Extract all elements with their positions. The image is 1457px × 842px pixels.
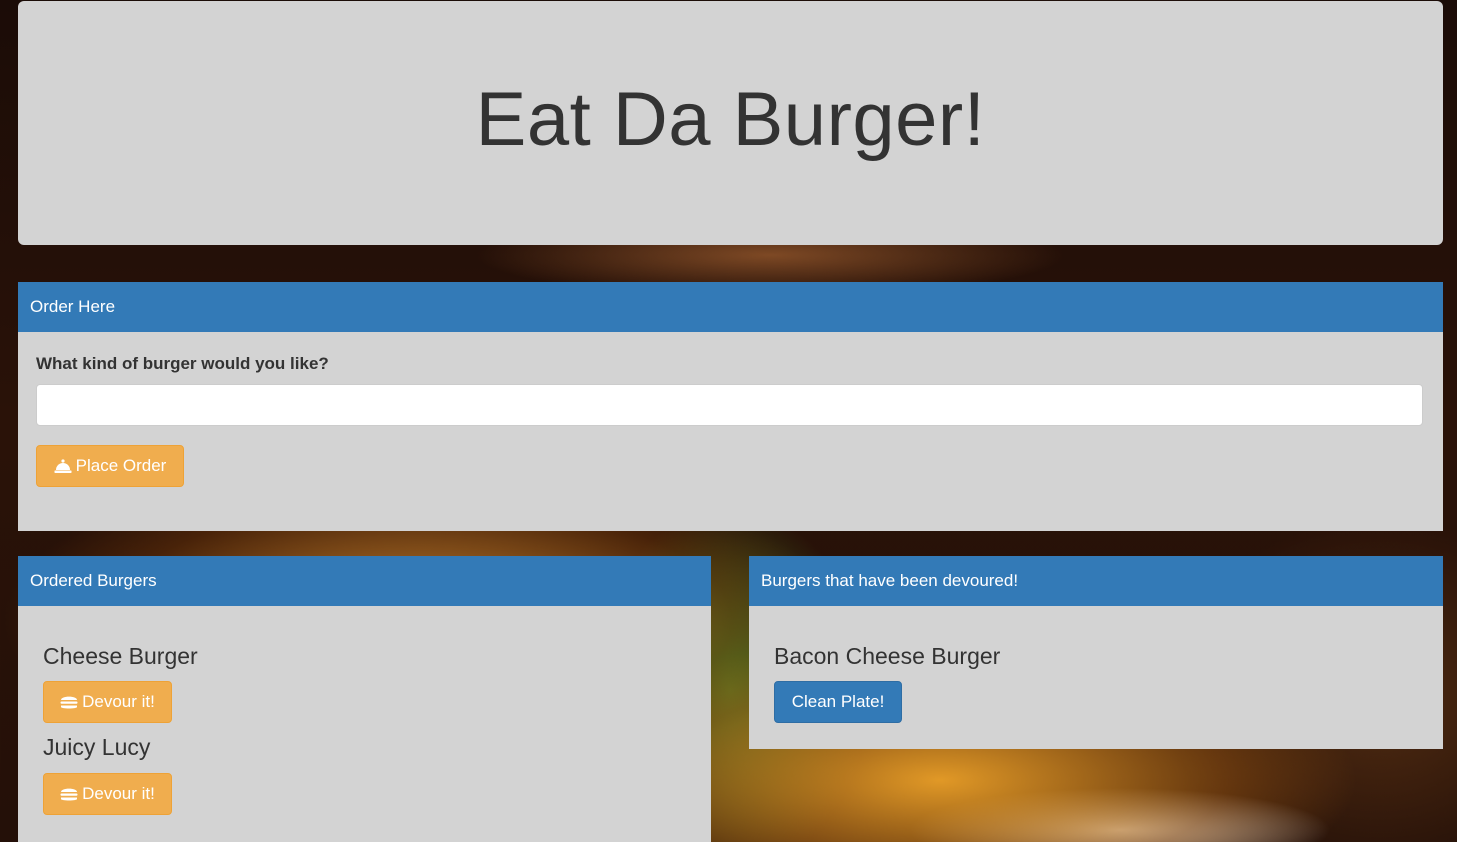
devoured-burgers-heading: Burgers that have been devoured! [749, 556, 1443, 606]
bell-icon [54, 458, 72, 474]
order-panel-heading: Order Here [18, 282, 1443, 332]
clean-plate-button[interactable]: Clean Plate! [774, 681, 902, 723]
burger-icon [60, 694, 78, 710]
devour-button[interactable]: Devour it! [43, 681, 172, 723]
devour-button-label: Devour it! [82, 692, 155, 711]
ordered-burgers-heading: Ordered Burgers [18, 556, 711, 606]
jumbotron-header: Eat Da Burger! [18, 1, 1443, 245]
burger-input-label: What kind of burger would you like? [36, 354, 329, 373]
burger-name-input[interactable] [36, 384, 1423, 426]
place-order-button[interactable]: Place Order [36, 445, 184, 487]
place-order-label: Place Order [75, 456, 167, 475]
devour-button[interactable]: Devour it! [43, 773, 172, 815]
ordered-burgers-panel: Ordered Burgers Cheese Burger Devour it!… [18, 556, 711, 842]
devoured-burger-name: Bacon Cheese Burger [774, 643, 1001, 669]
ordered-burger-name: Juicy Lucy [43, 734, 151, 760]
page-title: Eat Da Burger! [475, 76, 986, 162]
devoured-burgers-panel: Burgers that have been devoured! Bacon C… [749, 556, 1443, 749]
order-panel: Order Here What kind of burger would you… [18, 282, 1443, 531]
burger-icon [60, 786, 78, 802]
ordered-burger-name: Cheese Burger [43, 643, 198, 669]
clean-plate-label: Clean Plate! [791, 692, 885, 711]
devour-button-label: Devour it! [82, 784, 155, 803]
